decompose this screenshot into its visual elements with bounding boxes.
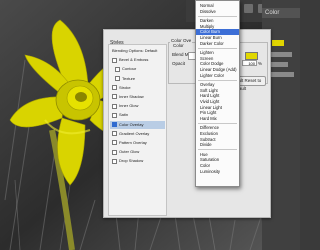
layer-style-dialog: Styles Blending Options: Default Bevel & …: [103, 29, 271, 218]
style-checkbox[interactable]: [112, 158, 117, 164]
blend-menu-item[interactable]: Lighter Color: [196, 73, 239, 79]
style-item-label: Satin: [119, 112, 129, 118]
blend-menu-item[interactable]: Hard Mix: [196, 116, 239, 122]
style-item[interactable]: Blending Options: Default: [110, 47, 167, 56]
style-item-label: Bevel & Emboss: [119, 57, 149, 63]
style-checkbox[interactable]: [112, 94, 117, 100]
tab-color[interactable]: Color: [265, 8, 279, 18]
style-checkbox[interactable]: [112, 149, 117, 155]
style-checkbox[interactable]: [112, 122, 117, 128]
style-item[interactable]: Pattern Overlay: [110, 139, 165, 148]
style-checkbox[interactable]: [112, 57, 117, 63]
opacity-label: Opacit: [172, 61, 186, 66]
menu-separator: [198, 79, 237, 81]
tool-icon[interactable]: [244, 4, 253, 13]
style-item[interactable]: Color Overlay: [110, 120, 165, 130]
style-item[interactable]: Satin: [110, 111, 165, 120]
style-checkbox[interactable]: [115, 66, 120, 72]
style-item[interactable]: Contour: [110, 65, 168, 74]
style-checkbox[interactable]: [112, 103, 117, 109]
style-item-label: Blending Options: Default: [112, 48, 158, 53]
style-item-label: Contour: [122, 66, 137, 72]
style-item-label: Outer Glow: [119, 149, 140, 155]
blend-menu-item[interactable]: Luminosity: [196, 169, 239, 175]
opacity-unit: %: [258, 61, 263, 66]
menu-separator: [198, 47, 237, 49]
style-item[interactable]: Inner Glow: [110, 102, 165, 111]
style-item[interactable]: Inner Shadow: [110, 93, 165, 102]
style-item-label: Gradient Overlay: [119, 130, 150, 136]
style-item-label: Inner Shadow: [119, 94, 144, 99]
overlay-color-swatch[interactable]: [245, 52, 258, 60]
style-checkbox[interactable]: [112, 131, 117, 137]
blend-mode-menu: Normal Dissolve Darken Multiply Color Burn Li…: [195, 0, 240, 187]
style-item-label: Inner Glow: [119, 103, 139, 109]
style-item[interactable]: Bevel & Emboss: [110, 56, 165, 65]
style-item-label: Stroke: [119, 84, 131, 90]
menu-separator: [198, 149, 237, 150]
panel-tab-bar[interactable]: Color: [262, 8, 300, 18]
style-item-label: Drop Shadow: [119, 158, 144, 164]
blend-menu-item[interactable]: Darker Color: [196, 41, 239, 47]
menu-separator: [198, 123, 237, 124]
style-item[interactable]: Texture: [110, 75, 168, 84]
style-item-label: Color Overlay: [119, 121, 144, 127]
style-item[interactable]: Outer Glow: [110, 148, 165, 157]
style-checkbox[interactable]: [112, 140, 117, 146]
color-subheading: Color: [173, 43, 184, 48]
style-checkbox[interactable]: [115, 76, 120, 82]
style-item-label: Texture: [122, 75, 136, 81]
style-item[interactable]: Drop Shadow: [110, 157, 165, 166]
style-item-label: Pattern Overlay: [119, 140, 147, 145]
blend-menu-item[interactable]: Divide: [196, 142, 239, 148]
style-item[interactable]: Gradient Overlay: [110, 130, 165, 139]
foreground-color-swatch[interactable]: [272, 40, 284, 46]
menu-separator: [198, 15, 237, 17]
style-checkbox[interactable]: [112, 112, 117, 118]
style-item[interactable]: Stroke: [110, 84, 165, 93]
style-checkbox[interactable]: [112, 85, 117, 91]
opacity-input[interactable]: 100: [242, 60, 257, 66]
blend-menu-item[interactable]: Dissolve: [196, 9, 239, 15]
styles-list: Blending Options: Default Bevel & Emboss C…: [108, 44, 167, 216]
